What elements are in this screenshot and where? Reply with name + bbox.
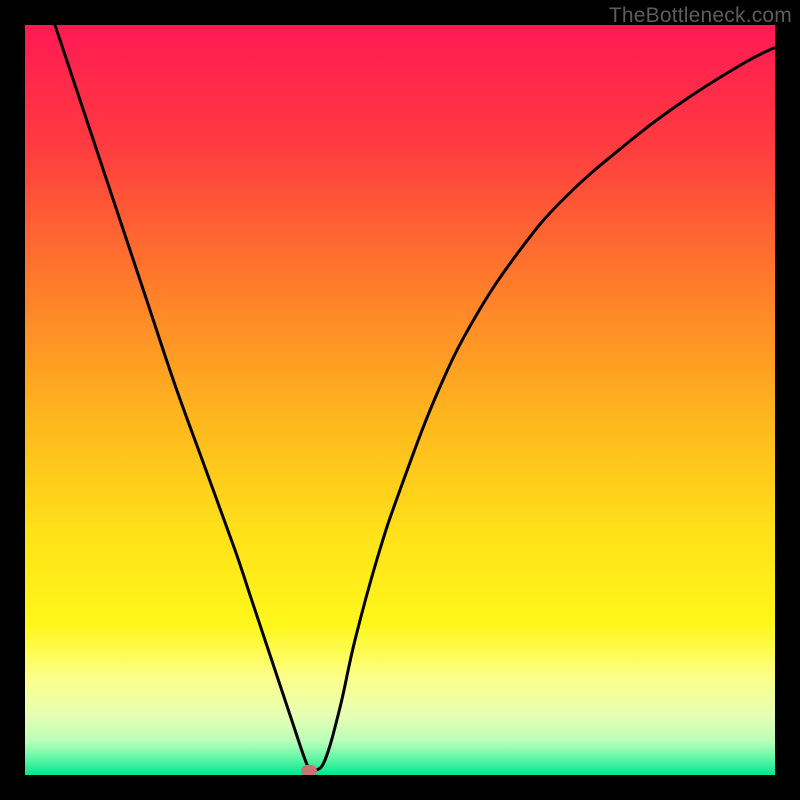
background-gradient (25, 25, 775, 775)
plot-area (25, 25, 775, 775)
chart-frame: TheBottleneck.com (0, 0, 800, 800)
watermark-text: TheBottleneck.com (609, 4, 792, 28)
minimum-marker (301, 765, 317, 776)
